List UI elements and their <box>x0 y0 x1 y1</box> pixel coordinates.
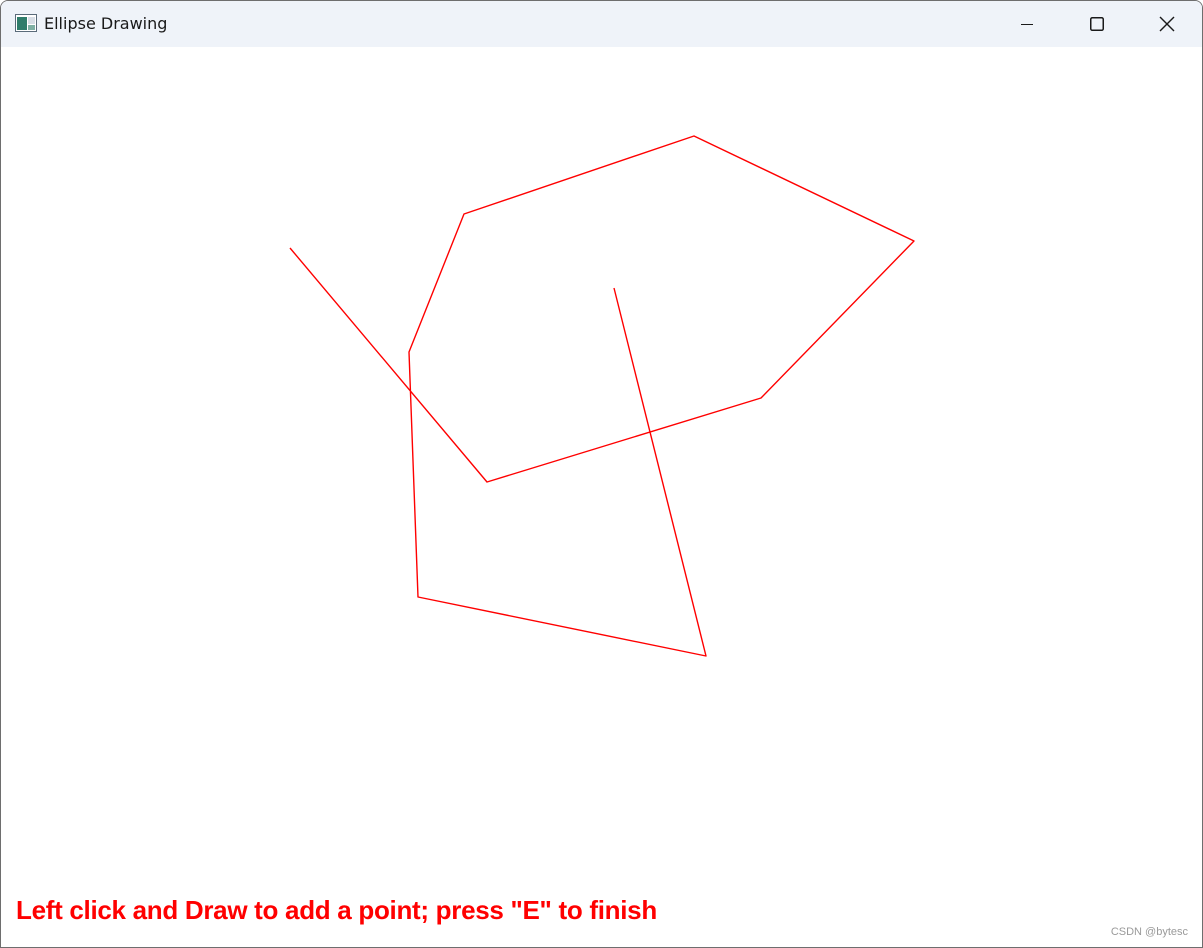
window-title: Ellipse Drawing <box>44 14 168 33</box>
maximize-icon <box>1090 17 1104 31</box>
app-window: Ellipse Drawing Left click and Draw to a… <box>0 0 1203 948</box>
drawing-surface[interactable] <box>1 47 1202 947</box>
minimize-button[interactable] <box>992 1 1062 47</box>
close-button[interactable] <box>1132 1 1202 47</box>
close-icon <box>1159 16 1175 32</box>
minimize-icon <box>1021 24 1033 25</box>
app-icon <box>15 14 37 32</box>
title-bar[interactable]: Ellipse Drawing <box>1 1 1202 47</box>
watermark: CSDN @bytesc <box>1110 926 1188 938</box>
drawn-polyline <box>289 135 915 657</box>
maximize-button[interactable] <box>1062 1 1132 47</box>
instruction-text: Left click and Draw to add a point; pres… <box>16 895 657 925</box>
drawing-canvas[interactable]: Left click and Draw to add a point; pres… <box>1 47 1202 947</box>
